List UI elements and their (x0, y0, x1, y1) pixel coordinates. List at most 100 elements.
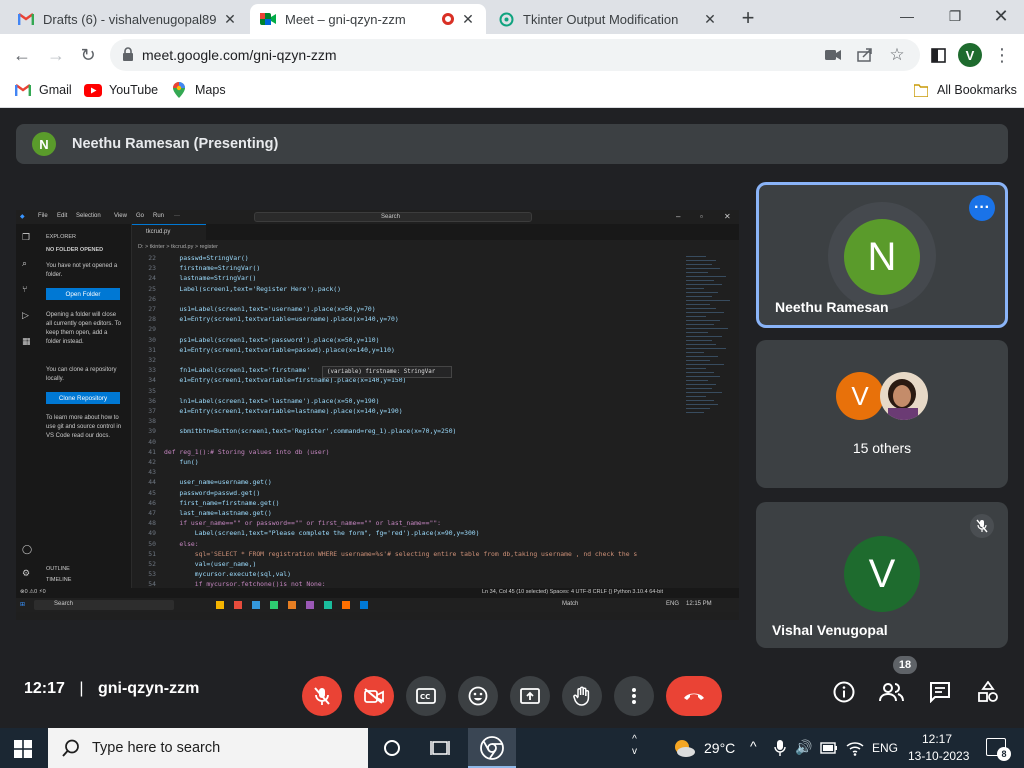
bookmark-star-icon[interactable]: ☆ (888, 45, 906, 64)
meeting-details-button[interactable] (830, 678, 858, 706)
omnibox[interactable]: meet.google.com/gni-qzyn-zzm ☆ (110, 39, 920, 71)
app-icon[interactable] (270, 601, 278, 609)
code-line[interactable]: sql='SELECT * FROM registration WHERE us… (164, 550, 637, 558)
tab-meet[interactable]: Meet – gni-qzyn-zzm ✕ (250, 4, 486, 34)
status-problems[interactable]: ⊗0 ⚠0 ⚡0 (20, 589, 46, 595)
code-line[interactable]: ps1=Label(screen1,text='password').place… (164, 336, 379, 344)
taskbar-clock[interactable]: 12:17 (922, 732, 952, 746)
reload-icon[interactable]: ↻ (76, 43, 100, 67)
captions-button[interactable]: CC (406, 676, 446, 716)
new-tab-icon[interactable]: + (736, 5, 760, 30)
browser-menu-icon[interactable]: ⋮ (990, 43, 1014, 67)
forward-icon[interactable]: → (44, 43, 68, 67)
participant-tile-neethu[interactable]: N ··· Neethu Ramesan (756, 182, 1008, 328)
weather-icon[interactable] (672, 738, 696, 763)
microphone-tray-icon[interactable] (774, 739, 786, 762)
manage-icon[interactable]: ⚙ (22, 568, 30, 579)
back-icon[interactable]: ← (10, 43, 34, 67)
account-icon[interactable]: ◯ (22, 544, 32, 555)
code-line[interactable]: Label(screen1,text='Register Here').pack… (164, 285, 341, 293)
code-line[interactable]: if user_name=="" or password=="" or firs… (164, 519, 441, 527)
code-line[interactable]: else: (164, 540, 198, 548)
timeline-section[interactable]: TIMELINE (46, 577, 71, 583)
code-line[interactable]: fun() (164, 458, 198, 466)
code-line[interactable]: passwd=StringVar() (164, 254, 248, 262)
all-bookmarks[interactable]: All Bookmarks (912, 82, 1017, 98)
close-tab-icon[interactable]: ✕ (702, 11, 718, 27)
code-line[interactable]: Label(screen1,text="Please complete the … (164, 529, 480, 537)
notification-center-icon[interactable]: 8 (986, 738, 1011, 761)
close-window-icon[interactable]: ✕ (978, 4, 1024, 28)
status-info[interactable]: Ln 34, Col 45 (10 selected) Spaces: 4 UT… (482, 589, 663, 595)
activities-button[interactable] (974, 678, 1002, 706)
tab-gmail[interactable]: Drafts (6) - vishalvenugopal89@ ✕ (8, 4, 248, 34)
camera-blocked-icon[interactable] (824, 46, 842, 64)
source-control-icon[interactable]: ⑂ (22, 284, 27, 294)
people-button[interactable] (878, 678, 906, 706)
minimize-icon[interactable]: — (884, 4, 930, 28)
bookmark-maps[interactable]: Maps (170, 82, 226, 98)
taskbar-search-box[interactable]: Type here to search (48, 728, 368, 768)
tab-chatgpt[interactable]: Tkinter Output Modification ✕ (488, 4, 728, 34)
close-tab-icon[interactable]: ✕ (222, 11, 238, 27)
bookmark-gmail[interactable]: Gmail (14, 82, 72, 98)
code-line[interactable]: sbmitbtn=Button(screen1,text='Register',… (164, 427, 456, 435)
menu-view[interactable]: View (114, 213, 127, 219)
app-icon[interactable] (216, 601, 224, 609)
menu-edit[interactable]: Edit (57, 213, 67, 219)
search-icon[interactable]: ⌕ (22, 258, 27, 269)
raise-hand-button[interactable] (562, 676, 602, 716)
code-line[interactable]: e1=Entry(screen1,textvariable=username).… (164, 315, 398, 323)
code-line[interactable]: first_name=firstname.get() (164, 499, 279, 507)
app-icon[interactable] (324, 601, 332, 609)
outline-section[interactable]: OUTLINE (46, 566, 70, 572)
code-line[interactable]: mycursor.execute(sql,val) (164, 570, 291, 578)
menu-more[interactable]: ··· (174, 213, 180, 219)
code-line[interactable]: password=passwd.get() (164, 489, 260, 497)
app-icon[interactable] (288, 601, 296, 609)
menu-run[interactable]: Run (153, 213, 164, 219)
windows-start-icon[interactable] (14, 740, 32, 763)
close-icon[interactable]: ✕ (724, 212, 731, 221)
chat-button[interactable] (926, 678, 954, 706)
camera-button[interactable] (354, 676, 394, 716)
participant-tile-others[interactable]: V 15 others (756, 340, 1008, 488)
menu-go[interactable]: Go (136, 213, 144, 219)
code-line[interactable]: e1=Entry(screen1,textvariable=passwd).pl… (164, 346, 394, 354)
minimize-icon[interactable]: – (676, 212, 680, 221)
profile-avatar[interactable]: V (958, 43, 982, 67)
code-line[interactable]: fn1=Label(screen1,text='firstname' (164, 366, 310, 374)
run-debug-icon[interactable]: ▷ (22, 310, 29, 321)
present-button[interactable] (510, 676, 550, 716)
inner-search-box[interactable]: Search (34, 600, 174, 610)
taskbar-date[interactable]: 13-10-2023 (908, 749, 969, 763)
show-hidden-icons[interactable]: ^ (750, 738, 757, 754)
code-line[interactable]: def reg_1():# Storing values into db (us… (164, 448, 329, 456)
app-icon[interactable] (234, 601, 242, 609)
share-icon[interactable] (856, 46, 874, 64)
taskbar-chrome-app[interactable] (468, 728, 516, 768)
app-icon[interactable] (360, 601, 368, 609)
menu-file[interactable]: File (38, 213, 48, 219)
close-tab-icon[interactable]: ✕ (460, 11, 476, 27)
bookmark-youtube[interactable]: YouTube (84, 82, 158, 98)
open-folder-button[interactable]: Open Folder (46, 288, 120, 300)
code-line[interactable]: last_name=lastname.get() (164, 509, 271, 517)
app-icon[interactable] (252, 601, 260, 609)
restore-icon[interactable]: ❐ (932, 4, 978, 28)
menu-selection[interactable]: Selection (76, 213, 101, 219)
code-line[interactable]: val=(user_name,) (164, 560, 257, 568)
leave-call-button[interactable] (666, 676, 722, 716)
taskbar-scroll-arrows[interactable]: ^ v (632, 734, 637, 758)
app-icon[interactable] (306, 601, 314, 609)
cortana-icon[interactable] (384, 740, 400, 756)
more-options-button[interactable] (614, 676, 654, 716)
input-language[interactable]: ENG (872, 741, 898, 755)
code-area[interactable]: 22 passwd=StringVar() 23 firstname=String… (138, 254, 678, 590)
clone-repository-button[interactable]: Clone Repository (46, 392, 120, 404)
temperature[interactable]: 29°C (704, 740, 735, 756)
task-view-icon[interactable] (430, 740, 450, 761)
sidepanel-icon[interactable] (926, 43, 950, 67)
url-text[interactable]: meet.google.com/gni-qzyn-zzm (142, 47, 337, 63)
maximize-icon[interactable]: ▫ (700, 212, 703, 221)
